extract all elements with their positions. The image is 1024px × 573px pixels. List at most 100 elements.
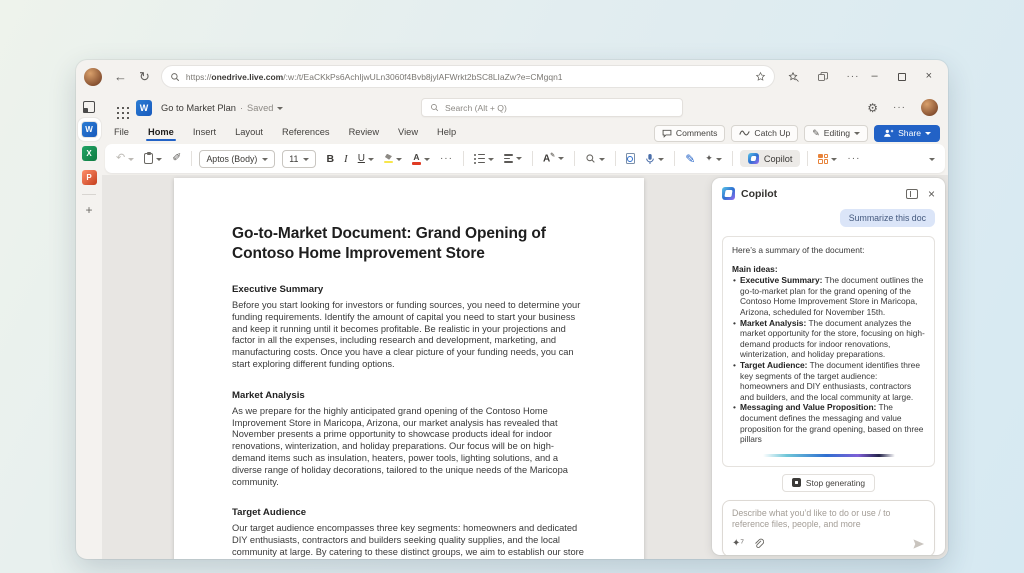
font-color-button[interactable]: A (409, 151, 433, 167)
url-text: https://onedrive.live.com/:w:/t/EaCKkPs6… (185, 71, 563, 82)
bold-button[interactable]: B (323, 151, 337, 167)
tab-review[interactable]: Review (349, 123, 379, 143)
microphone-icon (645, 153, 655, 165)
m365-icon[interactable] (83, 101, 95, 113)
doc-section: Target Audience Our target audience enco… (232, 507, 587, 559)
collapse-ribbon-icon[interactable] (929, 157, 935, 161)
settings-gear-icon[interactable]: ⚙ (867, 102, 878, 114)
document-canvas: Go-to-Market Document: Grand Opening of … (102, 175, 948, 559)
comments-button[interactable]: Comments (653, 124, 726, 142)
document-title[interactable]: Go to Market Plan (161, 103, 236, 113)
browser-more-icon[interactable]: ··· (846, 71, 859, 82)
ribbon-more-button[interactable]: ··· (844, 152, 863, 166)
more-formatting-button[interactable]: ··· (437, 152, 456, 166)
autocorrect-wand-button[interactable]: ✦ (702, 152, 725, 165)
tab-view[interactable]: View (398, 123, 418, 143)
search-input[interactable] (445, 102, 674, 113)
maximize-icon[interactable] (897, 72, 906, 81)
share-person-icon (883, 128, 894, 138)
address-bar[interactable]: https://onedrive.live.com/:w:/t/EaCKkPs6… (161, 66, 775, 87)
catch-up-button[interactable]: Catch Up (731, 124, 799, 142)
close-icon[interactable]: × (928, 188, 935, 200)
summary-bullet-list: Executive Summary: The document outlines… (732, 275, 925, 445)
account-avatar[interactable] (921, 99, 938, 116)
document-page[interactable]: Go-to-Market Document: Grand Opening of … (174, 178, 644, 559)
expand-pane-icon[interactable] (905, 188, 918, 199)
underline-button[interactable]: U (355, 151, 377, 166)
section-body: Before you start looking for investors o… (232, 300, 581, 369)
find-button[interactable] (582, 151, 608, 166)
tab-references[interactable]: References (282, 123, 330, 143)
ribbon-tab-bar: File Home Insert Layout References Revie… (102, 122, 948, 144)
summary-bullet: Market Analysis: The document analyzes t… (732, 318, 925, 360)
edge-sidebar: W X P + (76, 93, 102, 559)
tab-home[interactable]: Home (145, 123, 176, 143)
copilot-prompt-box[interactable]: ✦⁷ (722, 499, 935, 555)
tab-insert[interactable]: Insert (193, 123, 216, 143)
app-launcher-waffle-icon[interactable] (112, 102, 124, 114)
find-replace-icon (626, 153, 636, 164)
font-name-select[interactable]: Aptos (Body) (199, 149, 276, 168)
dictate-button[interactable] (642, 151, 667, 167)
stop-generating-button[interactable]: Stop generating (781, 473, 876, 492)
user-message-bubble: Summarize this doc (839, 209, 935, 227)
app-more-icon[interactable]: ··· (893, 102, 906, 113)
app-search-box[interactable] (421, 98, 683, 117)
tab-file[interactable]: File (114, 123, 129, 143)
section-heading: Executive Summary (232, 284, 324, 295)
copilot-ribbon-button[interactable]: Copilot (739, 150, 801, 167)
editing-mode-button[interactable]: ✎ Editing (804, 124, 869, 142)
add-icon[interactable]: + (85, 204, 92, 216)
editing-pencil-icon: ✎ (812, 127, 820, 138)
sparkle-icon[interactable]: ✦⁷ (732, 538, 744, 549)
search-icon (430, 103, 439, 112)
editor-button[interactable]: ✎ (682, 151, 698, 167)
format-painter-button[interactable]: ✐ (169, 151, 184, 166)
tab-help[interactable]: Help (437, 123, 456, 143)
search-icon (585, 153, 596, 164)
excel-icon[interactable]: X (81, 146, 97, 161)
section-body: As we prepare for the highly anticipated… (232, 405, 568, 487)
minimize-icon[interactable]: – (871, 71, 877, 82)
doc-heading: Go-to-Market Document: Grand Opening of … (232, 225, 546, 262)
doc-section: Executive Summary Before you start looki… (232, 284, 587, 371)
section-heading: Market Analysis (232, 389, 305, 401)
close-icon[interactable]: × (926, 71, 932, 82)
copilot-prompt-input[interactable] (732, 507, 925, 532)
refresh-icon[interactable]: ↻ (139, 70, 150, 83)
bullet-list-button[interactable] (471, 152, 497, 166)
copilot-panel-title: Copilot (741, 187, 778, 200)
summary-intro: Here’s a summary of the document: (732, 245, 865, 255)
italic-button[interactable]: I (341, 151, 351, 167)
line-spacing-button[interactable] (501, 152, 525, 164)
sidebar-item-word[interactable]: W (77, 117, 101, 142)
find-replace-button[interactable] (623, 151, 638, 166)
attach-icon[interactable] (753, 538, 764, 549)
collections-icon[interactable] (817, 71, 829, 83)
title-separator: · (239, 102, 244, 113)
chevron-down-icon[interactable] (277, 106, 284, 110)
powerpoint-icon[interactable]: P (81, 170, 97, 185)
styles-button[interactable]: A✎ (540, 150, 567, 166)
generating-progress-indicator (762, 453, 895, 457)
comment-icon (662, 129, 672, 138)
highlight-button[interactable] (381, 152, 405, 166)
highlighter-icon (383, 153, 393, 164)
paste-button[interactable] (141, 151, 165, 166)
favorites-list-icon[interactable] (788, 71, 800, 83)
browser-profile-avatar[interactable] (84, 67, 102, 86)
desktop-background: ← ↻ https://onedrive.live.com/:w:/t/EaCK… (0, 0, 1024, 573)
doc-section: Market Analysis As we prepare for the hi… (232, 390, 587, 489)
tab-layout[interactable]: Layout (235, 123, 263, 143)
font-size-select[interactable]: 11 (282, 149, 317, 168)
designer-grid-icon (818, 153, 829, 164)
designer-button[interactable] (815, 152, 840, 166)
word-logo-icon[interactable]: W (136, 99, 152, 116)
share-button[interactable]: Share (874, 124, 940, 142)
stop-icon (791, 478, 801, 488)
font-color-icon: A (411, 152, 421, 165)
undo-button[interactable]: ↶ (113, 151, 137, 166)
send-icon[interactable] (912, 538, 925, 550)
favorite-star-icon[interactable] (755, 71, 766, 82)
back-icon[interactable]: ← (114, 70, 127, 83)
